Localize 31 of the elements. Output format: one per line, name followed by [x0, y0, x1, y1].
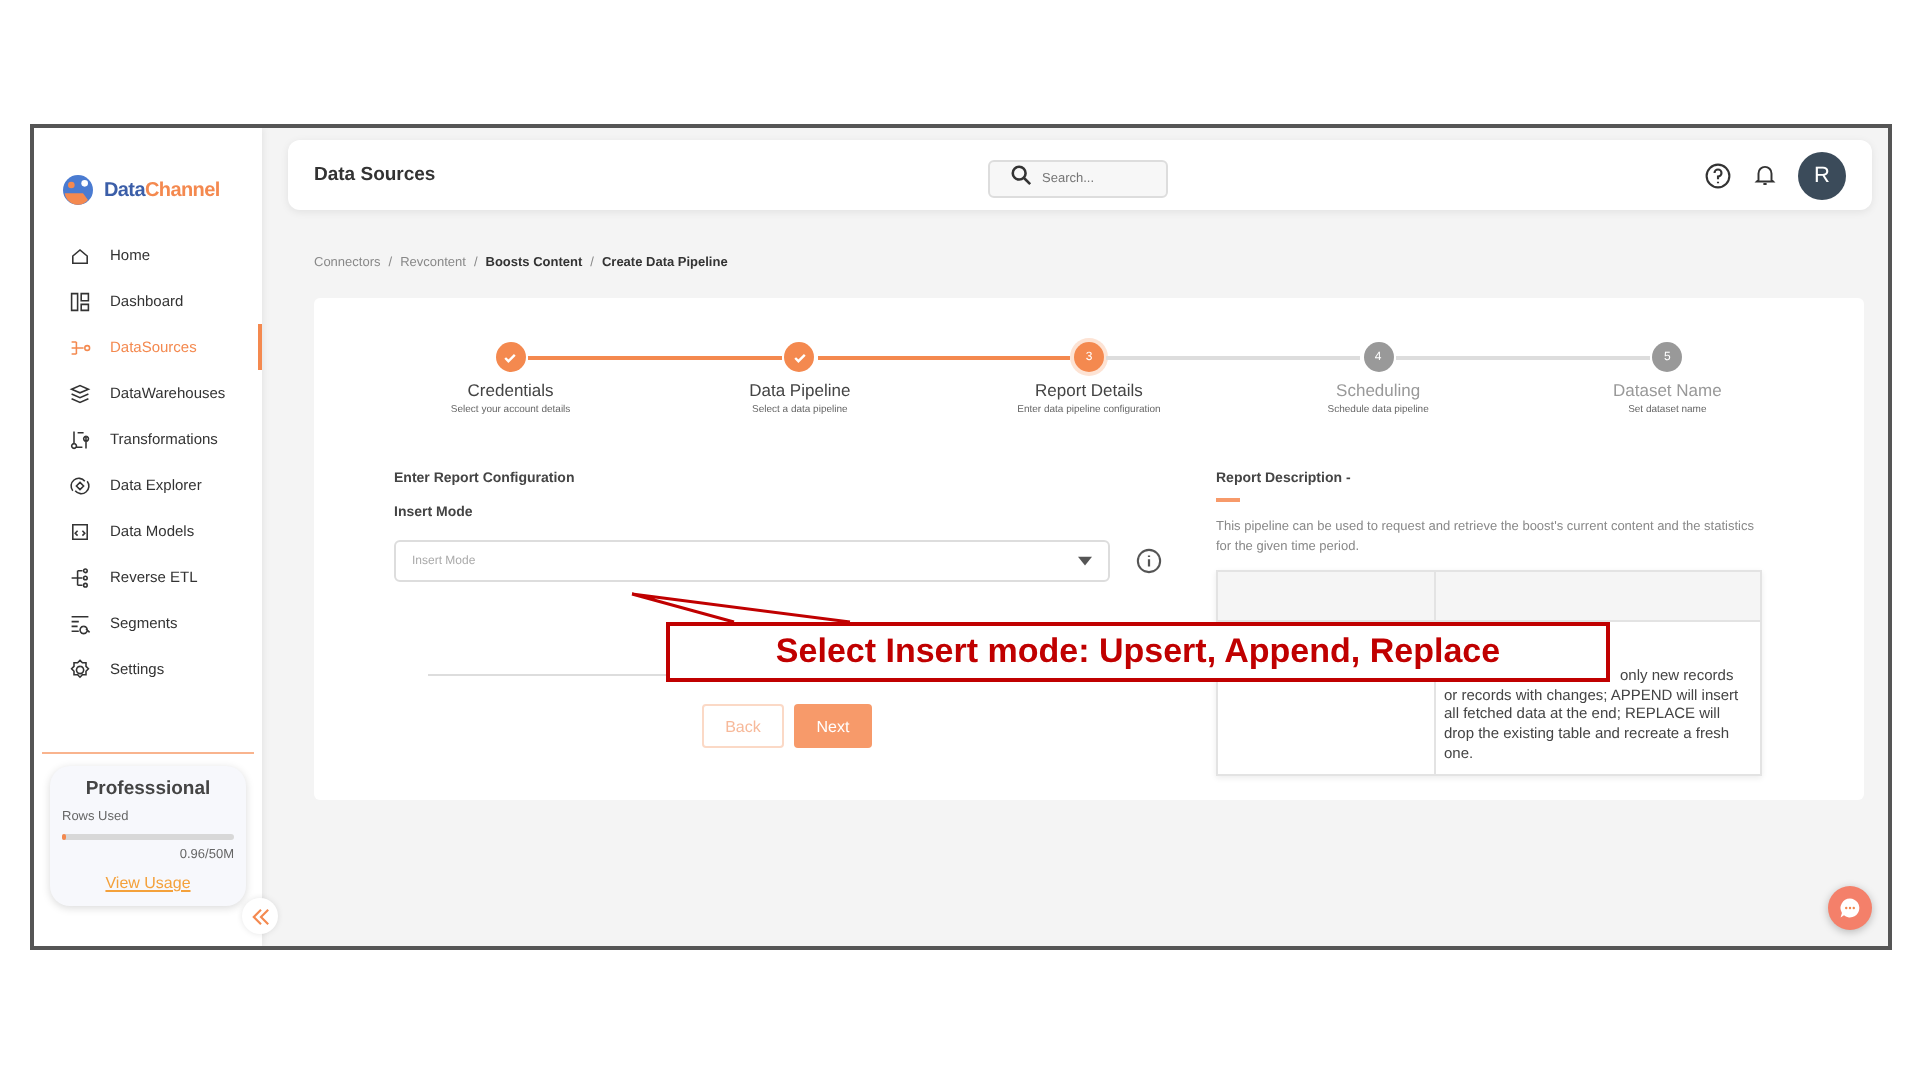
- avatar[interactable]: R: [1798, 151, 1846, 199]
- check-icon: [502, 349, 519, 365]
- chevrons-icon: [251, 907, 269, 925]
- step-label: Scheduling: [1336, 380, 1421, 400]
- brand-name: DataChannel: [104, 179, 220, 201]
- nav-icon: [68, 381, 92, 405]
- logo-icon: [58, 170, 98, 210]
- info-icon[interactable]: [1136, 548, 1162, 574]
- nav-icon: [68, 243, 92, 267]
- caret-icon: [1078, 556, 1092, 566]
- nav-icon: [68, 289, 92, 313]
- nav-icon: [68, 611, 92, 635]
- check-icon: [791, 349, 808, 365]
- nav-icon: [68, 427, 92, 451]
- search-icon: [1010, 164, 1032, 186]
- nav-icon: [68, 657, 92, 681]
- page-title: Data Sources: [314, 164, 436, 186]
- nav-icon: [68, 335, 92, 359]
- step-label: Report Details: [1035, 380, 1143, 400]
- nav-icon: [68, 473, 92, 497]
- nav-icon: [68, 565, 92, 589]
- bell-icon[interactable]: [1752, 162, 1778, 188]
- chat-button[interactable]: [1828, 886, 1872, 930]
- nav-icon: [68, 519, 92, 543]
- step-label: Data Pipeline: [749, 380, 851, 400]
- help-icon[interactable]: [1704, 161, 1732, 189]
- step-label: Dataset Name: [1613, 380, 1722, 400]
- plan-title: Professsional: [85, 778, 211, 800]
- annotation-callout: Select Insert mode: Upsert, Append, Replace: [666, 622, 1610, 682]
- chat-bubble-icon: [1838, 896, 1862, 920]
- step-label: Credentials: [467, 380, 554, 400]
